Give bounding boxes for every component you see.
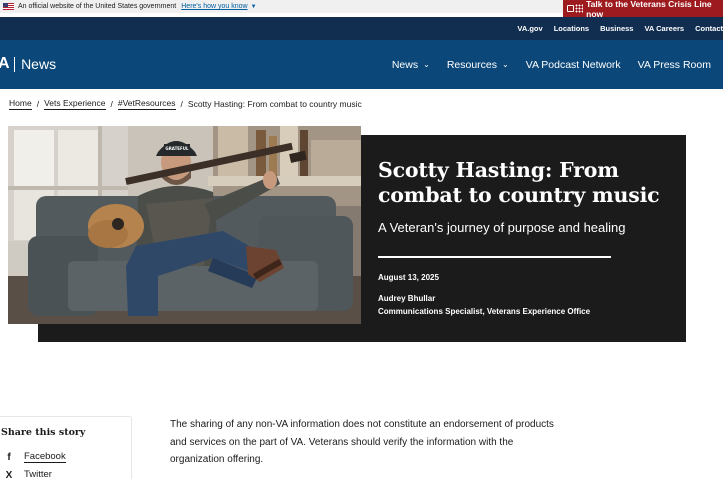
breadcrumb-vets-experience[interactable]: Vets Experience (44, 98, 106, 110)
breadcrumb: Home / Vets Experience / #VetResources /… (9, 98, 362, 110)
nav-va-podcast-network[interactable]: VA Podcast Network (526, 59, 621, 71)
article-disclaimer: The sharing of any non-VA information do… (170, 419, 554, 465)
utility-link-business[interactable]: Business (600, 24, 633, 33)
article-author: Audrey Bhullar (378, 294, 436, 303)
article-title: Scotty Hasting: From combat to country m… (378, 158, 660, 207)
crisis-line-label: Talk to the Veterans Crisis Line now (586, 0, 712, 19)
chevron-down-icon: ⌄ (502, 60, 509, 69)
x-twitter-icon: X (5, 469, 13, 479)
nav-podcast-label: VA Podcast Network (525, 58, 621, 71)
breadcrumb-separator: / (180, 99, 183, 109)
chevron-down-icon[interactable]: ▼ (251, 4, 257, 10)
breadcrumb-home[interactable]: Home (9, 98, 32, 110)
article-date: August 13, 2025 (378, 273, 439, 282)
article-author-role: Communications Specialist, Veterans Expe… (378, 307, 591, 316)
brand-abbr: A (0, 55, 10, 72)
primary-nav-items: News ⌄ Resources ⌄ VA Podcast Network VA… (375, 40, 711, 89)
share-title: Share this story (1, 427, 86, 438)
brand-divider (14, 56, 16, 72)
breadcrumb-separator: / (36, 99, 40, 109)
nav-press-label: VA Press Room (637, 58, 711, 71)
breadcrumb-current: Scotty Hasting: From combat to country m… (187, 99, 362, 109)
us-flag-icon (3, 3, 14, 10)
main-nav: A News News ⌄ Resources ⌄ VA Podcast Net… (0, 40, 723, 89)
gov-banner-text: An official website of the United States… (18, 3, 177, 10)
utility-link-va-careers[interactable]: VA Careers (644, 24, 684, 33)
utility-link-locations[interactable]: Locations (554, 24, 589, 33)
crisis-line-icon (567, 3, 583, 14)
utility-link-contact[interactable]: Contact (695, 24, 723, 33)
crisis-line-button[interactable]: Talk to the Veterans Crisis Line now (563, 0, 723, 19)
article-subtitle: A Veteran's journey of purpose and heali… (378, 220, 626, 235)
hero-photo-veteran-with-guitar: GRATEFUL (8, 126, 361, 324)
share-twitter-link[interactable]: X Twitter (5, 469, 52, 479)
share-twitter-label: Twitter (24, 469, 52, 479)
brand-section: News (21, 56, 57, 72)
share-facebook-link[interactable]: f Facebook (5, 451, 66, 463)
utility-nav: VA.gov Locations Business VA Careers Con… (0, 17, 723, 40)
nav-news-label: News (391, 58, 419, 71)
share-facebook-label: Facebook (24, 451, 66, 463)
nav-resources-label: Resources (446, 58, 498, 71)
nav-va-press-room[interactable]: VA Press Room (638, 59, 711, 71)
utility-link-vagov[interactable]: VA.gov (517, 24, 542, 33)
breadcrumb-vetresources[interactable]: #VetResources (117, 98, 176, 110)
hero-divider (378, 256, 611, 258)
chevron-down-icon: ⌄ (423, 60, 430, 69)
facebook-icon: f (7, 451, 11, 463)
nav-news[interactable]: News ⌄ (392, 59, 430, 71)
cap-text: GRATEFUL (165, 146, 189, 151)
breadcrumb-separator: / (110, 99, 113, 109)
heres-how-you-know-link[interactable]: Here's how you know (181, 3, 247, 10)
nav-resources[interactable]: Resources ⌄ (447, 59, 509, 71)
va-news-logo[interactable]: A News (0, 55, 56, 73)
